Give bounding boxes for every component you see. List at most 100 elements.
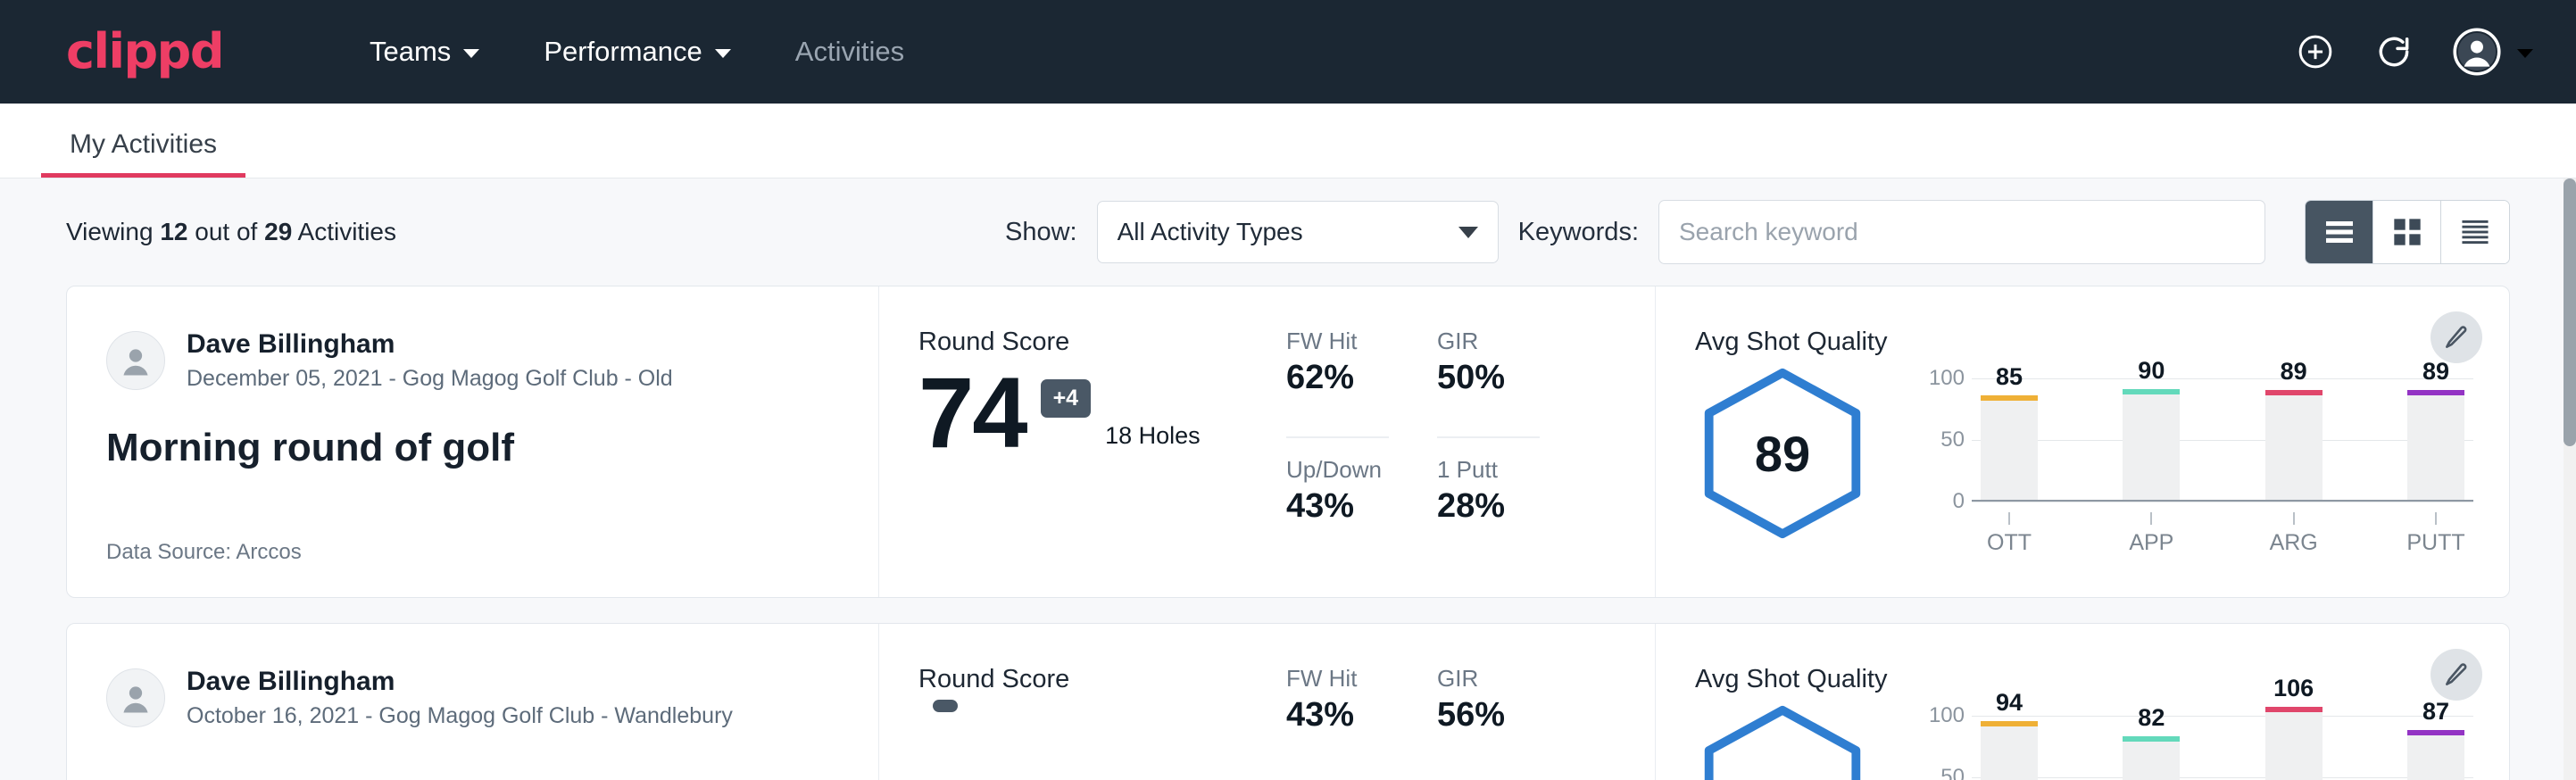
avatar (106, 331, 165, 390)
chart-bar-value-label: 85 (1996, 363, 2023, 391)
page-scrollbar[interactable] (2564, 178, 2576, 780)
activities-content: Viewing 12 out of 29 Activities Show: Al… (0, 178, 2576, 780)
chart-bar-value-label: 82 (2138, 704, 2165, 732)
chart-bar-rect (2407, 730, 2464, 780)
app-logo[interactable]: clippd (66, 28, 223, 76)
grid-view-icon (2392, 217, 2422, 247)
chart-bar-rect (2407, 390, 2464, 500)
chart-bar: 106 (2265, 703, 2323, 780)
shot-quality-chart: 050100 948210687 OTTAPPARGPUTT (1906, 703, 2473, 780)
account-menu[interactable] (2453, 28, 2533, 76)
activity-scores: Round Score FW Hit 43% GIR 56% (879, 624, 1656, 780)
chart-x-tick-mark (2150, 512, 2152, 525)
show-label: Show: (1005, 218, 1077, 247)
activity-author: Dave Billingham December 05, 2021 - Gog … (106, 328, 843, 394)
activity-meta: October 16, 2021 - Gog Magog Golf Club -… (187, 701, 733, 732)
chart-bar: 90 (2123, 366, 2180, 500)
activity-card[interactable]: Dave Billingham October 16, 2021 - Gog M… (66, 623, 2510, 780)
chart-x-tick-mark (2008, 512, 2010, 525)
edit-activity-button[interactable] (2431, 649, 2482, 701)
stat-fw-hit: FW Hit 62% (1286, 328, 1389, 438)
refresh-icon[interactable] (2374, 32, 2414, 71)
avg-shot-quality-hexagon: 89 (1695, 366, 1870, 541)
top-bar-actions (2296, 28, 2533, 76)
author-name: Dave Billingham (187, 665, 733, 699)
chart-bar-rect (2123, 389, 2180, 500)
viewing-count: 12 (160, 218, 187, 245)
chart-y-axis: 050100 (1906, 703, 1965, 780)
nav-item-label: Performance (544, 36, 702, 68)
top-navigation-bar: clippd Teams Performance Activities (0, 0, 2576, 104)
round-score-label: Round Score (918, 665, 1276, 694)
round-stats-grid: FW Hit 62% GIR 50% Up/Down 43% 1 Putt 28… (1286, 328, 1540, 565)
stat-1-putt: 1 Putt 28% (1437, 456, 1540, 565)
edit-activity-button[interactable] (2431, 311, 2482, 363)
activity-data-source: Data Source: Arccos (106, 540, 843, 565)
chart-bar: 87 (2407, 703, 2464, 780)
avg-shot-quality-label: Avg Shot Quality (1695, 665, 2473, 694)
chart-gridline (1972, 777, 2473, 778)
chart-y-tick-label: 50 (1940, 427, 1965, 452)
avg-shot-quality-hexagon (1695, 703, 1870, 780)
add-icon[interactable] (2296, 32, 2335, 71)
avg-shot-quality-block: Avg Shot Quality 050100 948210687 OTTAPP… (1656, 624, 2509, 780)
stat-value: 56% (1437, 696, 1540, 734)
scrollbar-thumb[interactable] (2564, 178, 2576, 446)
pencil-icon (2443, 324, 2470, 351)
chart-y-tick-label: 0 (1953, 489, 1965, 514)
activity-author: Dave Billingham October 16, 2021 - Gog M… (106, 665, 843, 731)
activity-summary: Dave Billingham December 05, 2021 - Gog … (67, 286, 879, 597)
viewing-suffix: Activities (298, 218, 396, 245)
stat-value: 62% (1286, 359, 1389, 397)
avg-shot-quality-block: Avg Shot Quality 89 050100 85908989 OTTA… (1656, 286, 2509, 597)
chart-bar: 89 (2407, 366, 2464, 500)
round-stats-grid: FW Hit 43% GIR 56% (1286, 665, 1540, 780)
stat-label: 1 Putt (1437, 456, 1540, 484)
activity-card[interactable]: Dave Billingham December 05, 2021 - Gog … (66, 286, 2510, 598)
viewing-count-text: Viewing 12 out of 29 Activities (66, 218, 396, 246)
person-icon (116, 678, 155, 718)
chart-bar-value-label: 106 (2273, 675, 2314, 702)
tab-my-activities[interactable]: My Activities (41, 129, 245, 178)
nav-item-performance[interactable]: Performance (511, 25, 762, 79)
viewing-prefix: Viewing (66, 218, 154, 245)
view-mode-grid[interactable] (2373, 201, 2441, 263)
tab-strip: My Activities (0, 104, 2576, 178)
compact-view-icon (2459, 218, 2491, 246)
chart-plot-area: 948210687 (1972, 703, 2473, 780)
chart-bar-rect (2265, 390, 2323, 500)
chevron-down-icon (463, 49, 479, 58)
nav-item-activities[interactable]: Activities (763, 25, 936, 79)
chart-y-tick-label: 100 (1929, 366, 1965, 391)
chart-x-tick: APP (2123, 512, 2180, 556)
list-view-icon (2323, 219, 2356, 245)
chart-x-tick: ARG (2265, 512, 2323, 556)
chart-x-tick: OTT (1981, 512, 2038, 556)
chart-x-tick-label: OTT (1987, 530, 2032, 556)
search-input[interactable] (1658, 200, 2265, 264)
avatar (106, 668, 165, 727)
stat-label: Up/Down (1286, 456, 1389, 484)
stat-value: 43% (1286, 487, 1389, 526)
view-mode-compact[interactable] (2441, 201, 2509, 263)
chart-gridline (1972, 378, 2473, 379)
stat-fw-hit: FW Hit 43% (1286, 665, 1389, 780)
chart-bar-rect (2265, 707, 2323, 780)
avg-shot-quality-value (1695, 703, 1870, 780)
activity-type-select[interactable]: All Activity Types (1097, 201, 1499, 263)
nav-item-teams[interactable]: Teams (337, 25, 511, 79)
activity-summary: Dave Billingham October 16, 2021 - Gog M… (67, 624, 879, 780)
view-mode-list[interactable] (2306, 201, 2373, 263)
round-score-block: Round Score 74 +4 18 Holes (918, 328, 1276, 565)
chart-bar-rect (2123, 736, 2180, 780)
chart-bar-value-label: 87 (2422, 698, 2449, 726)
view-mode-toggle-group (2305, 200, 2510, 264)
round-score-value: 74 (918, 362, 1026, 464)
chart-plot-area: 85908989 (1972, 366, 2473, 502)
author-name: Dave Billingham (187, 328, 673, 361)
chart-y-tick-label: 50 (1940, 765, 1965, 780)
keywords-label: Keywords: (1518, 218, 1639, 247)
chart-gridline (1972, 440, 2473, 441)
avg-shot-quality-label: Avg Shot Quality (1695, 328, 2473, 357)
score-differential-badge (933, 700, 958, 712)
